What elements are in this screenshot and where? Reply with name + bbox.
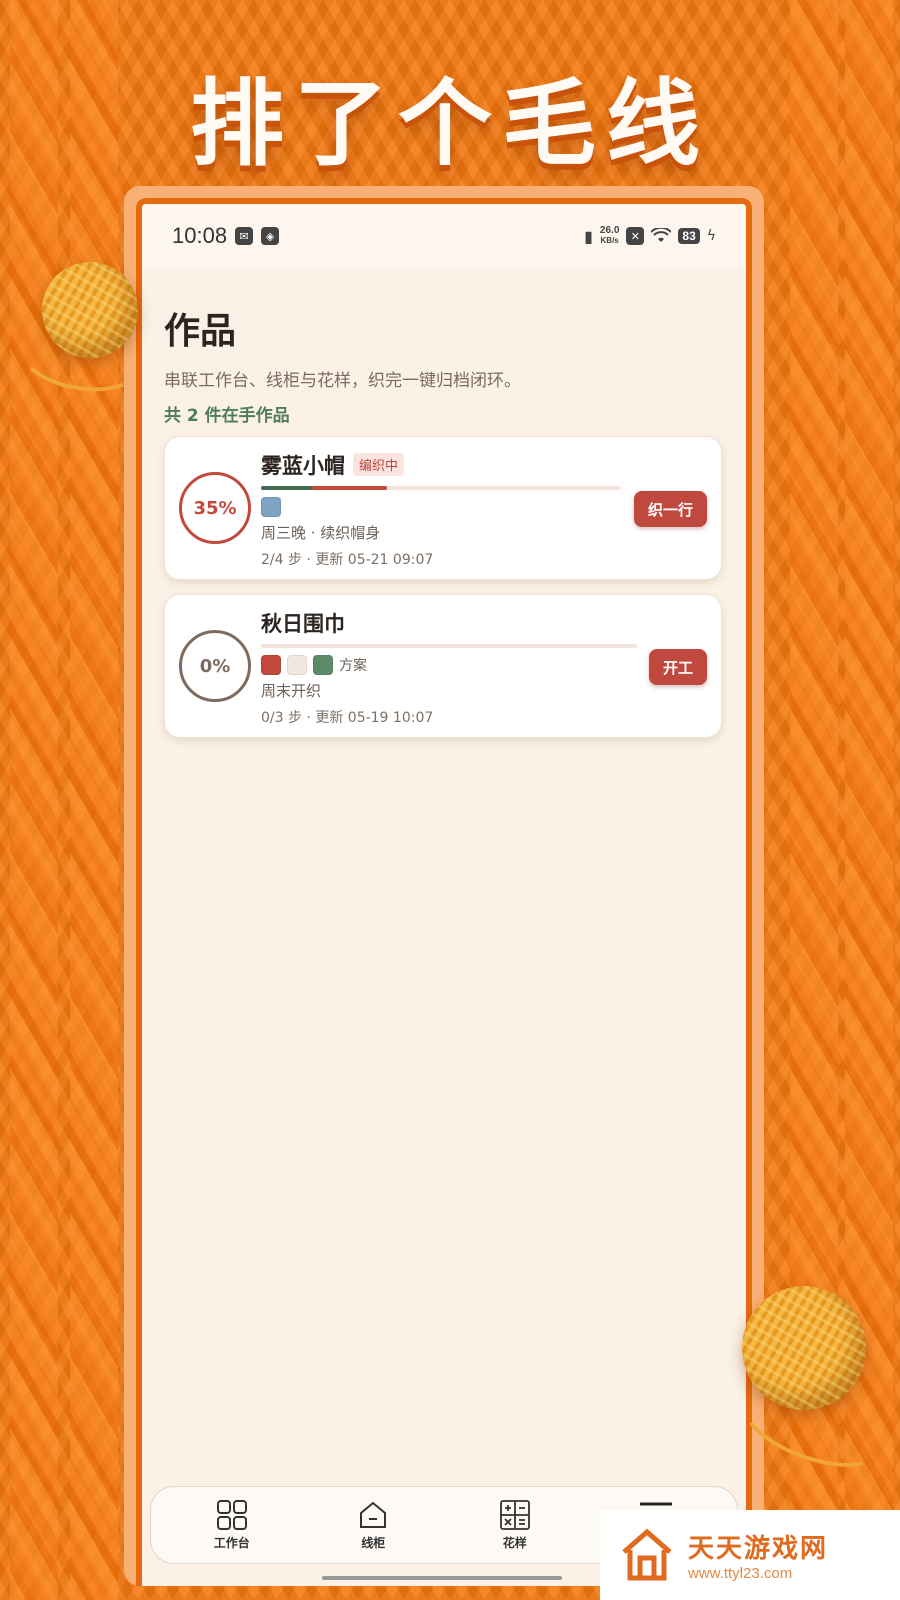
nav-item-patterns[interactable]: 花样: [465, 1499, 565, 1551]
calculator-icon: [498, 1499, 532, 1531]
status-bar: 10:08 ✉ ◈ ▮ 26.0 KB/s ✕ 83 ϟ: [142, 204, 746, 268]
progress-ring: 0%: [179, 630, 251, 702]
progress-bar: [261, 485, 621, 490]
yarn-swatch: [261, 654, 281, 675]
nav-item-workbench[interactable]: 工作台: [182, 1499, 282, 1551]
status-badge: 编织中: [353, 453, 405, 476]
phone-frame: 10:08 ✉ ◈ ▮ 26.0 KB/s ✕ 83 ϟ 作品 串联工作台、线柜…: [124, 186, 764, 1586]
project-card[interactable]: 0% 秋日围巾 方案 周末开织 0/3 步 · 更新 05-19 10:07 开…: [164, 594, 722, 738]
vibrate-icon: ▮: [584, 226, 593, 246]
nav-item-yarn-cabinet[interactable]: 线柜: [323, 1499, 423, 1551]
progress-ring: 35%: [179, 472, 251, 544]
app-notification-icon: ◈: [261, 227, 280, 245]
page-title: 作品: [164, 311, 237, 352]
battery-indicator: 83: [678, 228, 700, 244]
project-count: 共 2 件在手作品: [164, 406, 290, 426]
project-list: 35% 雾蓝小帽 编织中 周三晚 · 续织帽身 2/4 步 · 更新 05-21…: [164, 436, 722, 738]
house-logo-icon: [618, 1526, 676, 1584]
grid-icon: [215, 1499, 249, 1531]
nav-label: 花样: [502, 1536, 527, 1550]
plan-label: 方案: [339, 657, 367, 674]
yarn-swatch: [313, 654, 333, 675]
no-sim-icon: ✕: [626, 227, 645, 245]
projects-page: 作品 串联工作台、线柜与花样，织完一键归档闭环。 共 2 件在手作品 35% 雾…: [142, 268, 746, 738]
watermark-title: 天天游戏网: [688, 1534, 829, 1564]
mail-icon: ✉: [235, 227, 254, 245]
home-indicator[interactable]: [322, 1576, 562, 1580]
watermark-url: www.ttyl23.com: [688, 1565, 793, 1582]
page-subtitle: 串联工作台、线柜与花样，织完一键归档闭环。: [164, 371, 521, 391]
phone-screen: 10:08 ✉ ◈ ▮ 26.0 KB/s ✕ 83 ϟ 作品 串联工作台、线柜…: [136, 198, 752, 1586]
project-meta: 2/4 步 · 更新 05-21 09:07: [261, 551, 434, 568]
progress-fill: [261, 485, 387, 490]
knit-texture: [70, 0, 118, 1600]
status-time: 10:08: [172, 223, 228, 248]
project-meta: 0/3 步 · 更新 05-19 10:07: [261, 709, 434, 726]
project-card[interactable]: 35% 雾蓝小帽 编织中 周三晚 · 续织帽身 2/4 步 · 更新 05-21…: [164, 436, 722, 580]
progress-bar: [261, 643, 637, 648]
network-speed: 26.0 KB/s: [599, 225, 620, 246]
knit-texture: [10, 0, 58, 1600]
yarn-swatches: 方案: [261, 654, 707, 676]
site-watermark: 天天游戏网 www.ttyl23.com: [600, 1510, 900, 1600]
project-action-button[interactable]: 开工: [648, 649, 707, 685]
cabinet-icon: [356, 1499, 390, 1531]
project-name: 秋日围巾: [261, 611, 345, 636]
yarn-swatch: [287, 654, 307, 675]
project-action-button[interactable]: 织一行: [633, 491, 707, 527]
project-note: 周末开织: [261, 681, 322, 700]
app-banner-title: 排了个毛线: [189, 70, 710, 179]
nav-label: 线柜: [361, 1536, 386, 1550]
nav-label: 工作台: [213, 1536, 250, 1550]
yarn-swatch: [261, 496, 281, 517]
wifi-icon: [651, 228, 672, 242]
charging-icon: ϟ: [706, 228, 716, 244]
project-name: 雾蓝小帽: [261, 453, 345, 478]
